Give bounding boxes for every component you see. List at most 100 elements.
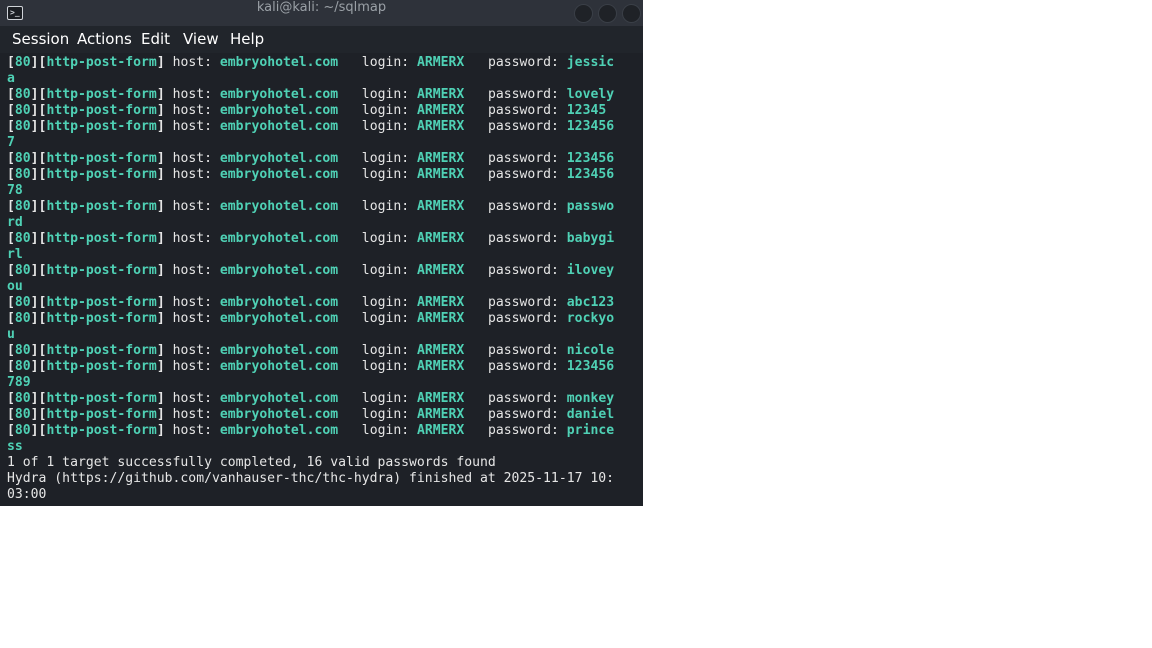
result-login: ARMERX xyxy=(417,231,465,246)
result-host: embryohotel.com xyxy=(219,119,339,134)
port: 80 xyxy=(14,231,31,246)
menu-session[interactable]: Session xyxy=(12,30,69,48)
service: http-post-form xyxy=(46,55,157,70)
result-line: [80][http-post-form] host: embryohotel.c… xyxy=(7,407,615,422)
result-login: ARMERX xyxy=(417,87,465,102)
terminal-window: >_ kali@kali: ~/sqlmap Session Actions E… xyxy=(0,0,643,506)
result-line-wrap: rd xyxy=(7,215,614,231)
service: http-post-form xyxy=(46,87,157,102)
service: http-post-form xyxy=(46,295,157,310)
menu-edit[interactable]: Edit xyxy=(141,30,170,48)
result-line: [80][http-post-form] host: embryohotel.c… xyxy=(7,199,615,214)
port: 80 xyxy=(14,295,31,310)
service: http-post-form xyxy=(46,167,157,182)
result-host: embryohotel.com xyxy=(219,423,339,438)
result-line: [80][http-post-form] host: embryohotel.c… xyxy=(7,151,615,166)
title-bar[interactable]: >_ kali@kali: ~/sqlmap xyxy=(0,0,643,26)
service: http-post-form xyxy=(46,231,157,246)
result-line: [80][http-post-form] host: embryohotel.c… xyxy=(7,391,615,406)
service: http-post-form xyxy=(46,199,157,214)
result-password: abc123 xyxy=(566,295,615,310)
service: http-post-form xyxy=(46,407,157,422)
port: 80 xyxy=(14,103,31,118)
minimize-button[interactable] xyxy=(574,4,593,23)
result-host: embryohotel.com xyxy=(219,263,339,278)
menu-bar: Session Actions Edit View Help xyxy=(0,26,643,52)
result-password-wrap: 78 xyxy=(7,183,23,198)
port: 80 xyxy=(14,359,31,374)
result-line: [80][http-post-form] host: embryohotel.c… xyxy=(7,311,615,326)
summary-text: 1 of 1 target successfully completed, 16… xyxy=(7,455,496,470)
result-host: embryohotel.com xyxy=(219,151,339,166)
result-host: embryohotel.com xyxy=(219,231,339,246)
result-password: monkey xyxy=(566,391,615,406)
result-password-wrap: rd xyxy=(7,215,23,230)
result-password: 123456 xyxy=(566,151,615,166)
result-password: iloveу xyxy=(566,263,615,278)
result-password: nicole xyxy=(566,343,615,358)
port: 80 xyxy=(14,199,31,214)
result-line-wrap: u xyxy=(7,327,614,343)
result-host: embryohotel.com xyxy=(219,407,339,422)
result-line: [80][http-post-form] host: embryohotel.c… xyxy=(7,231,615,246)
result-line-wrap: 789 xyxy=(7,375,614,391)
port: 80 xyxy=(14,167,31,182)
service: http-post-form xyxy=(46,423,157,438)
terminal-lines: [80][http-post-form] host: embryohotel.c… xyxy=(7,55,614,503)
result-password: jessic xyxy=(566,55,615,70)
result-line: [80][http-post-form] host: embryohotel.c… xyxy=(7,55,615,70)
result-login: ARMERX xyxy=(417,407,465,422)
finish-text: Hydra (https://github.com/vanhauser-thc/… xyxy=(7,471,614,486)
service: http-post-form xyxy=(46,263,157,278)
close-button[interactable] xyxy=(622,4,641,23)
port: 80 xyxy=(14,343,31,358)
menu-view[interactable]: View xyxy=(183,30,219,48)
result-password-wrap: ou xyxy=(7,279,23,294)
finish-line-wrap: 03:00 xyxy=(7,487,614,503)
summary-line: 1 of 1 target successfully completed, 16… xyxy=(7,455,614,471)
result-line-wrap: 78 xyxy=(7,183,614,199)
result-login: ARMERX xyxy=(417,119,465,134)
result-host: embryohotel.com xyxy=(219,103,339,118)
service: http-post-form xyxy=(46,343,157,358)
port: 80 xyxy=(14,119,31,134)
result-line: [80][http-post-form] host: embryohotel.c… xyxy=(7,295,615,310)
result-line: [80][http-post-form] host: embryohotel.c… xyxy=(7,167,615,182)
result-password-wrap: a xyxy=(7,71,15,86)
result-password-wrap: u xyxy=(7,327,15,342)
result-login: ARMERX xyxy=(417,167,465,182)
terminal-output[interactable]: [80][http-post-form] host: embryohotel.c… xyxy=(0,53,643,506)
result-line-wrap: ss xyxy=(7,439,614,455)
result-login: ARMERX xyxy=(417,103,465,118)
menu-help[interactable]: Help xyxy=(230,30,264,48)
port: 80 xyxy=(14,55,31,70)
result-line: [80][http-post-form] host: embryohotel.c… xyxy=(7,343,615,358)
port: 80 xyxy=(14,407,31,422)
result-login: ARMERX xyxy=(417,263,465,278)
result-host: embryohotel.com xyxy=(219,343,339,358)
result-password: babygi xyxy=(566,231,615,246)
finish-text-wrap: 03:00 xyxy=(7,487,47,502)
result-password: passwo xyxy=(566,199,615,214)
result-login: ARMERX xyxy=(417,359,465,374)
result-password: 123456 xyxy=(566,359,615,374)
result-password-wrap: rl xyxy=(7,247,23,262)
result-line-wrap: 7 xyxy=(7,135,614,151)
menu-actions[interactable]: Actions xyxy=(77,30,132,48)
result-host: embryohotel.com xyxy=(219,359,339,374)
result-login: ARMERX xyxy=(417,311,465,326)
port: 80 xyxy=(14,423,31,438)
service: http-post-form xyxy=(46,119,157,134)
port: 80 xyxy=(14,87,31,102)
result-login: ARMERX xyxy=(417,343,465,358)
result-password-wrap: 7 xyxy=(7,135,15,150)
result-login: ARMERX xyxy=(417,423,465,438)
result-host: embryohotel.com xyxy=(219,199,339,214)
result-password: 123456 xyxy=(566,119,615,134)
result-host: embryohotel.com xyxy=(219,167,339,182)
result-line: [80][http-post-form] host: embryohotel.c… xyxy=(7,119,615,134)
result-line: [80][http-post-form] host: embryohotel.c… xyxy=(7,87,615,102)
maximize-button[interactable] xyxy=(598,4,617,23)
result-password: 123456 xyxy=(566,167,615,182)
service: http-post-form xyxy=(46,151,157,166)
